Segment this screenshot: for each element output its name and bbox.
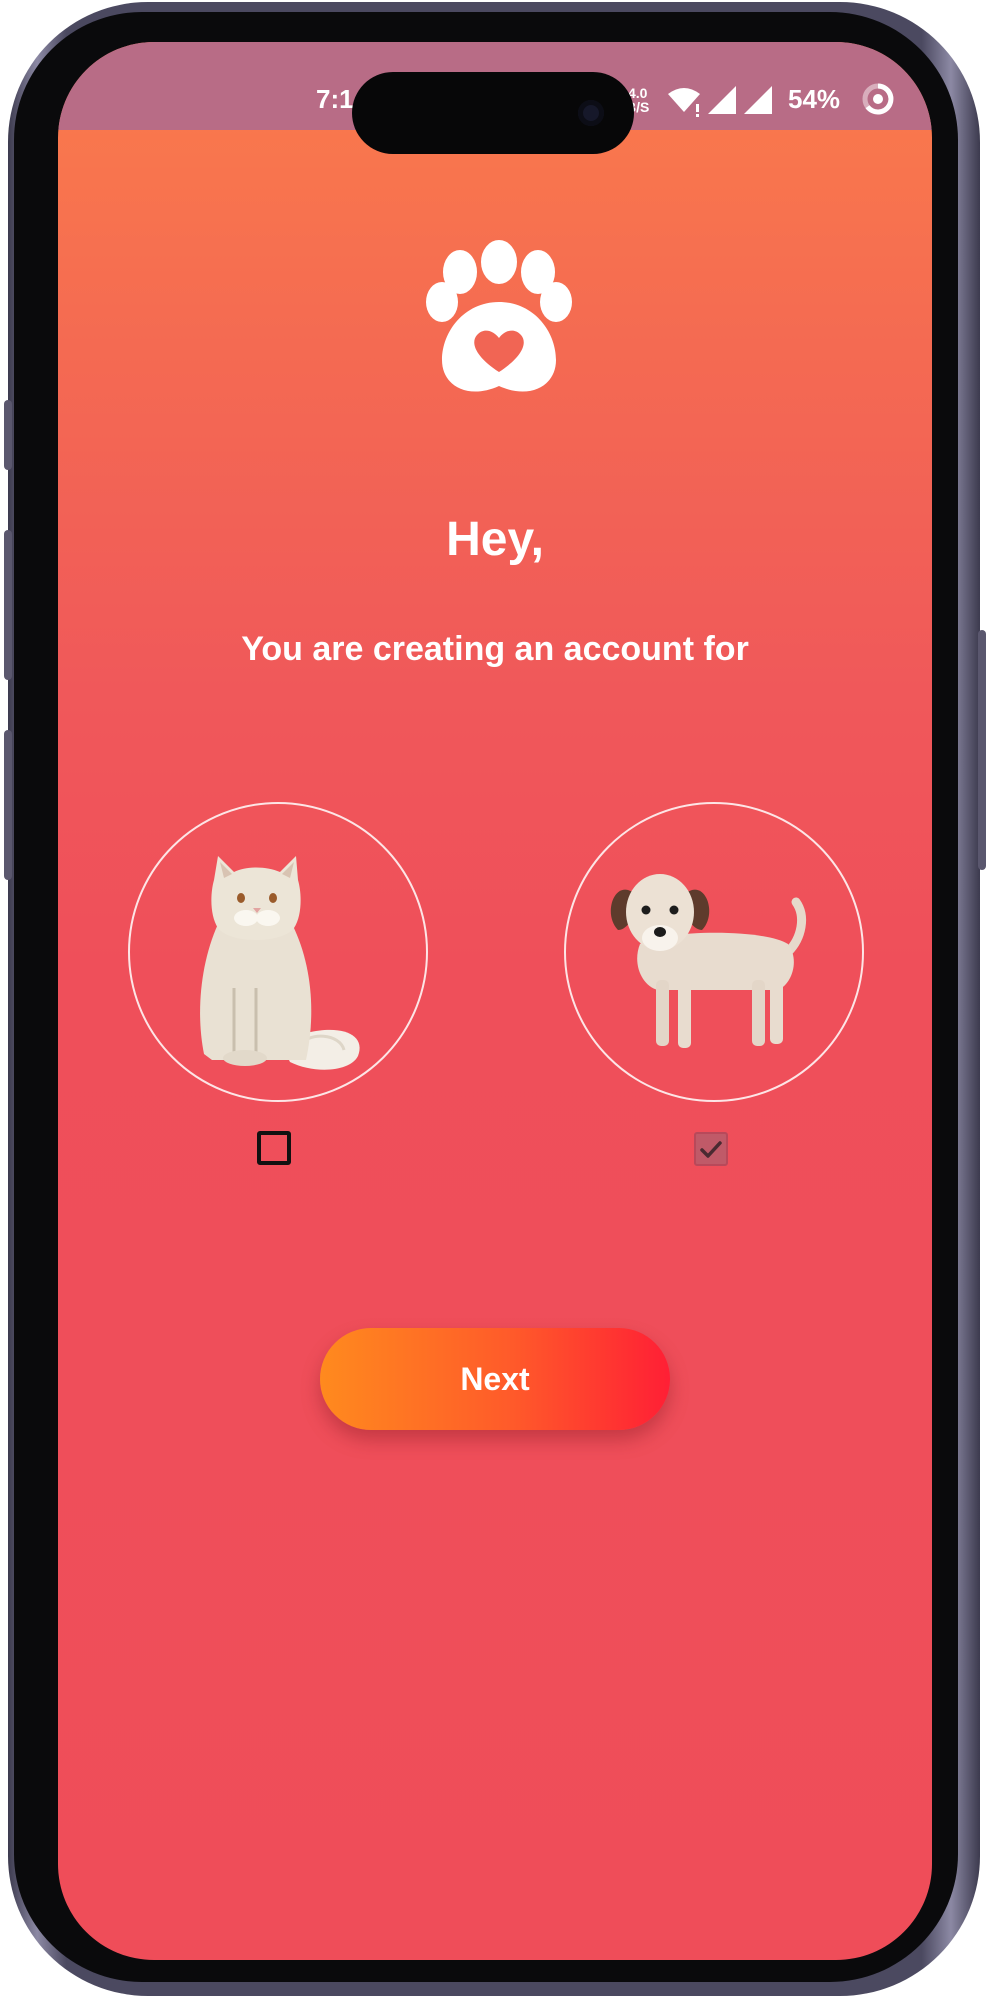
front-camera — [578, 100, 604, 126]
cat-checkbox[interactable] — [257, 1131, 291, 1165]
status-icons — [668, 86, 772, 117]
cat-illustration — [200, 856, 360, 1070]
volume-up-button — [4, 530, 12, 680]
battery-percent: 54% — [788, 84, 841, 114]
dynamic-island — [352, 72, 634, 154]
wifi-icon — [668, 88, 700, 117]
cat-option[interactable] — [128, 802, 428, 1102]
dog-checkbox[interactable] — [694, 1132, 728, 1166]
app-screen: 7:1 4.0 B/S 54% Hey, You are creating an… — [58, 42, 932, 1960]
paw-heart-icon — [426, 240, 572, 392]
action-button — [4, 400, 12, 470]
battery-ring-icon — [862, 83, 894, 115]
checkmark-icon — [700, 1141, 722, 1158]
dog-illustration — [610, 874, 807, 1048]
next-button[interactable]: Next — [320, 1328, 670, 1430]
page-title: Hey, — [446, 513, 544, 566]
page-subtitle: You are creating an account for — [241, 630, 749, 668]
status-time: 7:1 — [316, 84, 354, 114]
signal-icon — [708, 86, 736, 114]
volume-down-button — [4, 730, 12, 880]
power-button — [978, 630, 986, 870]
dog-option[interactable] — [564, 802, 864, 1102]
signal-icon — [744, 86, 772, 114]
